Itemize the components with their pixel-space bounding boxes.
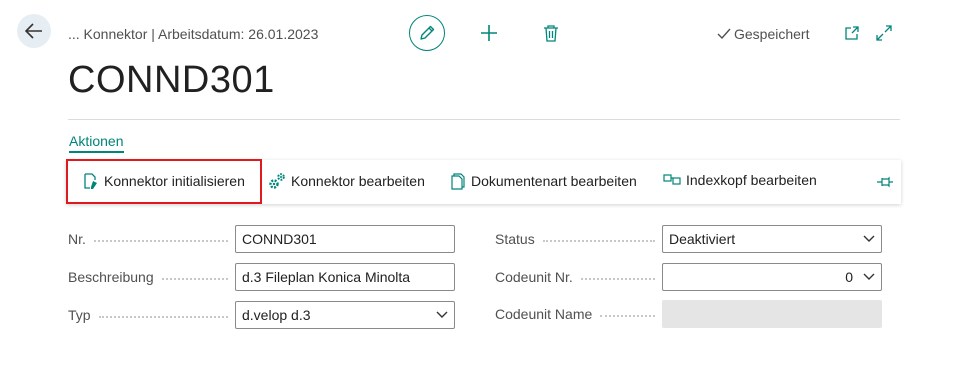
status-value: Deaktiviert [669, 231, 736, 247]
nr-label: Nr. [68, 231, 86, 247]
codeunit-name-label: Codeunit Name [495, 306, 593, 322]
description-value: d.3 Fileplan Konica Minolta [242, 269, 411, 285]
new-button[interactable] [479, 23, 499, 43]
expand-button[interactable] [875, 24, 893, 42]
breadcrumb: ... Konnektor | Arbeitsdatum: 26.01.2023 [68, 26, 319, 42]
description-label: Beschreibung [68, 269, 154, 285]
dot-leader [600, 315, 655, 317]
status-select[interactable]: Deaktiviert [662, 225, 882, 253]
saved-status: Gespeichert [717, 26, 809, 42]
type-label: Typ [68, 307, 91, 323]
chevron-down-icon[interactable] [863, 273, 875, 281]
codeunit-name-label-row: Codeunit Name [495, 306, 655, 322]
edit-indexhead-action[interactable]: Indexkopf bearbeiten [663, 172, 817, 188]
description-field[interactable]: d.3 Fileplan Konica Minolta [235, 263, 455, 291]
open-new-window-button[interactable] [843, 24, 861, 42]
edit-connector-label: Konnektor bearbeiten [291, 173, 425, 189]
copy-document-icon [451, 173, 465, 190]
nr-label-row: Nr. [68, 231, 228, 247]
pin-action-bar-button[interactable] [876, 173, 894, 191]
edit-pencil-icon [420, 25, 435, 40]
trash-icon [544, 25, 558, 42]
dot-leader [580, 278, 655, 280]
expand-icon [876, 25, 892, 41]
status-label-row: Status [495, 231, 655, 247]
codeunit-nr-label-row: Codeunit Nr. [495, 269, 655, 285]
pin-icon [877, 176, 893, 188]
tab-actions[interactable]: Aktionen [69, 133, 123, 149]
edit-connector-action[interactable]: Konnektor bearbeiten [268, 172, 425, 190]
back-button[interactable] [17, 14, 51, 48]
open-new-window-icon [845, 26, 859, 40]
edit-indexhead-label: Indexkopf bearbeiten [686, 172, 817, 188]
divider [68, 119, 900, 120]
highlight-box [66, 159, 262, 204]
edit-doctype-action[interactable]: Dokumentenart bearbeiten [450, 172, 637, 190]
back-arrow-icon [25, 23, 42, 39]
tab-actions-underline [69, 151, 124, 153]
index-header-icon [663, 174, 681, 185]
edit-button[interactable] [409, 15, 445, 51]
nr-value: CONND301 [242, 231, 317, 247]
type-label-row: Typ [68, 307, 228, 323]
codeunit-name-field [662, 300, 882, 328]
chevron-down-icon [436, 311, 448, 319]
dot-leader [98, 316, 228, 318]
status-label: Status [495, 231, 535, 247]
plus-icon [481, 25, 497, 41]
nr-field[interactable]: CONND301 [235, 225, 455, 253]
description-label-row: Beschreibung [68, 269, 228, 285]
dot-leader [542, 240, 655, 242]
delete-button[interactable] [542, 23, 560, 43]
saved-status-label: Gespeichert [734, 26, 810, 42]
codeunit-nr-label: Codeunit Nr. [495, 269, 573, 285]
dot-leader [161, 278, 228, 280]
gears-icon [269, 173, 285, 189]
dot-leader [93, 240, 228, 242]
codeunit-nr-value: 0 [845, 269, 853, 285]
codeunit-nr-field[interactable]: 0 [662, 263, 882, 291]
checkmark-icon [717, 28, 731, 40]
type-select[interactable]: d.velop d.3 [235, 301, 455, 329]
edit-doctype-label: Dokumentenart bearbeiten [471, 173, 637, 189]
type-value: d.velop d.3 [242, 307, 311, 323]
chevron-down-icon [863, 235, 875, 243]
page-title: CONND301 [68, 59, 275, 101]
